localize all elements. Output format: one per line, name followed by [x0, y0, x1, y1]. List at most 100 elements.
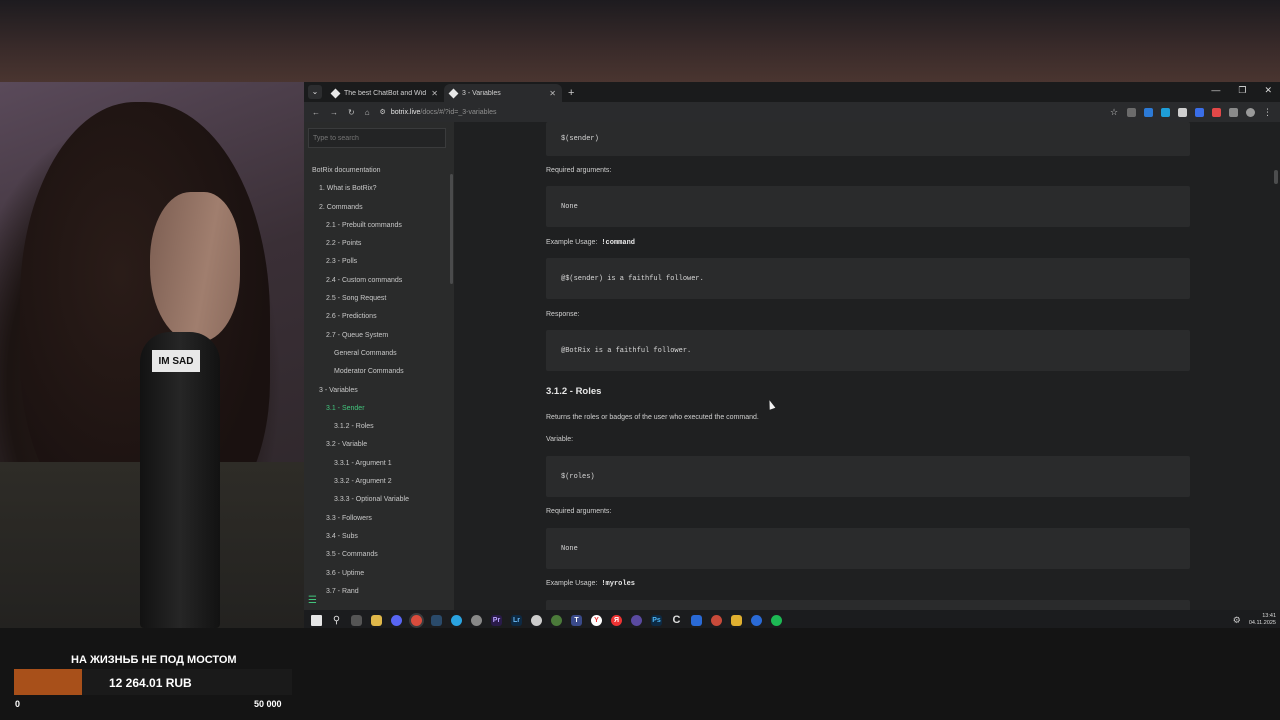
profile-icon[interactable]: [1246, 107, 1255, 117]
sidebar-nav-item[interactable]: 2.6 - Predictions: [304, 308, 454, 326]
windows-start-icon[interactable]: [311, 614, 322, 626]
menu-dots-icon[interactable]: ⋮: [1263, 107, 1272, 117]
premiere-icon[interactable]: Pr: [491, 614, 502, 626]
sidebar-nav-item[interactable]: 3.3.1 - Argument 1: [304, 455, 454, 473]
sidebar-nav-item[interactable]: 2.7 - Queue System: [304, 327, 454, 345]
sidebar-nav-item[interactable]: 3.2 - Variable: [304, 436, 454, 454]
sidebar-nav-item[interactable]: 2.2 - Points: [304, 235, 454, 253]
lightroom-icon[interactable]: Lr: [511, 614, 522, 626]
extension-icon[interactable]: [1127, 107, 1136, 117]
roles-description: Returns the roles or badges of the user …: [546, 414, 759, 421]
microphone: [140, 332, 220, 628]
sidebar-nav-item[interactable]: 3.4 - Subs: [304, 528, 454, 546]
mic-sticker: IM SAD: [152, 350, 200, 372]
sidebar-nav-item[interactable]: 3.1.2 - Roles: [304, 418, 454, 436]
sidebar-nav-item[interactable]: 2.5 - Song Request: [304, 290, 454, 308]
video-icon[interactable]: [751, 614, 762, 626]
minimize-icon[interactable]: —: [1211, 85, 1220, 96]
search-icon[interactable]: ⚲: [331, 615, 342, 626]
sidebar-nav-item[interactable]: 1. What is BotRix?: [304, 180, 454, 198]
forward-icon[interactable]: →: [330, 108, 338, 117]
sidebar-nav-item[interactable]: 3.1 - Sender: [304, 400, 454, 418]
sidebar-nav-item[interactable]: BotRix documentation: [304, 162, 454, 180]
app-icon[interactable]: [631, 614, 642, 626]
tab-search-button[interactable]: ⌄: [308, 85, 322, 99]
extensions-puzzle-icon[interactable]: [1229, 107, 1238, 117]
back-icon[interactable]: ←: [312, 108, 320, 117]
address-bar[interactable]: ⚙ botrix.live/docs/#/?id=_3-variables: [380, 105, 1100, 119]
tab-variables[interactable]: 3 - Variables ✕: [444, 84, 562, 102]
code-text: @BotRix is a faithful follower.: [561, 346, 692, 355]
spotify-icon[interactable]: [771, 614, 782, 626]
ccleaner-icon[interactable]: C: [671, 614, 682, 626]
close-icon[interactable]: ✕: [549, 89, 556, 98]
sidebar-nav-item[interactable]: 2.3 - Polls: [304, 253, 454, 271]
docs-content: $(sender) Required arguments: None Examp…: [454, 122, 1280, 610]
sidebar-nav-item[interactable]: 3.3 - Followers: [304, 510, 454, 528]
code-text: @$(sender) is a faithful follower.: [561, 274, 704, 283]
sidebar-nav-item[interactable]: 3.3.3 - Optional Variable: [304, 491, 454, 509]
code-text: None: [561, 202, 578, 211]
hamburger-icon[interactable]: ☰: [308, 595, 317, 606]
reload-icon[interactable]: ↻: [348, 108, 355, 117]
bookmark-star-icon[interactable]: ☆: [1110, 107, 1119, 117]
docs-sidebar: BotRix documentation1. What is BotRix?2.…: [304, 122, 454, 610]
app-icon[interactable]: [471, 614, 482, 626]
extension-icon[interactable]: [1212, 107, 1221, 117]
close-icon[interactable]: ✕: [431, 89, 438, 98]
taskbar-icons: ⚲ Pr Lr T Y Я Ps C: [304, 614, 782, 626]
new-tab-button[interactable]: +: [568, 87, 574, 99]
sidebar-nav-item[interactable]: 3.6 - Uptime: [304, 565, 454, 583]
tab-botrix-home[interactable]: The best ChatBot and Widgets ✕: [326, 84, 444, 102]
tab-title: 3 - Variables: [462, 89, 501, 97]
required-arguments-label: Required arguments:: [546, 508, 612, 515]
sidebar-nav-item[interactable]: Moderator Commands: [304, 363, 454, 381]
site-info-icon[interactable]: ⚙: [380, 108, 386, 116]
required-arguments-label: Required arguments:: [546, 167, 612, 174]
page-scrollbar[interactable]: [1274, 170, 1278, 184]
network-icon[interactable]: ⚙: [1233, 615, 1241, 626]
restore-icon[interactable]: ❐: [1238, 85, 1246, 96]
example-usage-line: Example Usage: !command: [546, 239, 635, 247]
telegram-icon[interactable]: [451, 614, 462, 626]
sidebar-nav-item[interactable]: 2.1 - Prebuilt commands: [304, 217, 454, 235]
botrix-favicon-icon: [330, 88, 341, 98]
extension-icon[interactable]: [1195, 107, 1204, 117]
file-explorer-icon[interactable]: [371, 614, 382, 626]
sidebar-nav-item[interactable]: 3.3.2 - Argument 2: [304, 473, 454, 491]
yandex-icon[interactable]: Y: [591, 614, 602, 626]
typora-icon[interactable]: T: [571, 614, 582, 626]
donation-goal-title: НА ЖИЗНЬБ НЕ ПОД МОСТОМ: [71, 654, 237, 666]
sidebar-nav-item[interactable]: 2.4 - Custom commands: [304, 272, 454, 290]
search-input[interactable]: [308, 128, 446, 148]
url-host: botrix.live: [390, 108, 421, 116]
close-window-icon[interactable]: ✕: [1264, 85, 1272, 96]
sidebar-nav-item[interactable]: 2. Commands: [304, 199, 454, 217]
extension-icon[interactable]: [1144, 107, 1153, 117]
sidebar-nav-item[interactable]: 3.5 - Commands: [304, 546, 454, 564]
photoshop-icon[interactable]: Ps: [651, 614, 662, 626]
home-icon[interactable]: ⌂: [365, 108, 370, 117]
yandex-browser-icon[interactable]: Я: [611, 614, 622, 626]
extension-icon[interactable]: [1161, 107, 1170, 117]
sidebar-scrollbar[interactable]: [450, 174, 453, 284]
stats-icon[interactable]: [691, 614, 702, 626]
chrome-icon[interactable]: [411, 614, 422, 626]
discord-icon[interactable]: [391, 614, 402, 626]
windows-taskbar: ⚲ Pr Lr T Y Я Ps C ⚙ 13:41 04.11.2025: [304, 610, 1280, 630]
steam-icon[interactable]: [431, 614, 442, 626]
app-icon[interactable]: [731, 614, 742, 626]
sidebar-nav-item[interactable]: 3.7 - Rand: [304, 583, 454, 601]
app-icon[interactable]: [711, 614, 722, 626]
app-icon[interactable]: [531, 614, 542, 626]
extension-icon[interactable]: [1178, 107, 1187, 117]
url-path: /docs/#/?id=_3-variables: [420, 108, 497, 116]
sidebar-nav-item[interactable]: General Commands: [304, 345, 454, 363]
clock[interactable]: 13:41 04.11.2025: [1249, 613, 1276, 627]
clock-date: 04.11.2025: [1248, 620, 1276, 626]
obs-icon[interactable]: [551, 614, 562, 626]
code-text: $(sender): [561, 135, 599, 143]
sidebar-nav-item[interactable]: 3 - Variables: [304, 382, 454, 400]
task-view-icon[interactable]: [351, 614, 362, 626]
code-block-none: None: [546, 528, 1190, 569]
